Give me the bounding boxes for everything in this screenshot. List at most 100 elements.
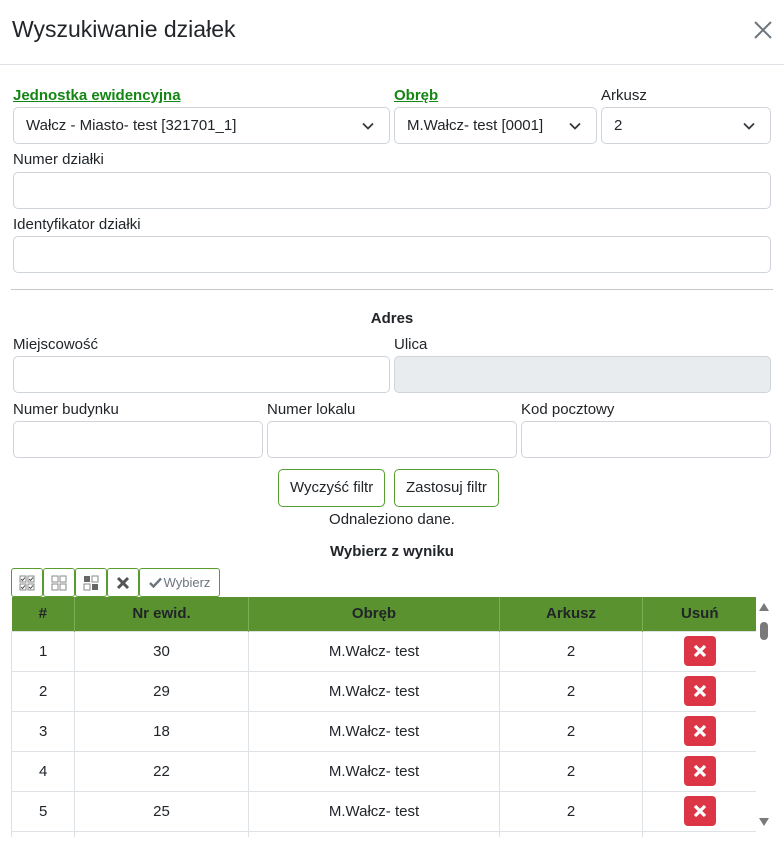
cell-arkusz [499, 830, 643, 837]
wybierz-button[interactable]: Wybierz [139, 568, 220, 597]
jednostka-select[interactable]: Wałcz - Miasto- test [321701_1] [13, 107, 390, 144]
table-row[interactable]: 1 30 M.Wałcz- test 2 [11, 630, 756, 672]
close-icon [754, 21, 772, 39]
ulica-label: Ulica [394, 336, 428, 353]
miejscowosc-input[interactable] [13, 356, 390, 393]
cell-arkusz: 2 [499, 790, 643, 832]
numer-dzialki-input[interactable] [13, 172, 771, 209]
cell-index: 4 [11, 750, 75, 792]
header-nr-ewid[interactable]: Nr ewid. [74, 597, 249, 631]
kod-pocztowy-input[interactable] [521, 421, 771, 458]
divider [11, 289, 773, 290]
chevron-down-icon [569, 122, 581, 130]
results-heading: Wybierz z wyniku [330, 543, 454, 560]
delete-row-button[interactable] [683, 756, 716, 786]
deselect-all-button[interactable] [43, 568, 75, 597]
cell-obreb: M.Wałcz- test [248, 790, 500, 832]
select-all-button[interactable] [11, 568, 43, 597]
jednostka-label[interactable]: Jednostka ewidencyjna [13, 87, 181, 104]
cell-obreb: M.Wałcz- test [248, 710, 500, 752]
obreb-label[interactable]: Obręb [394, 87, 438, 104]
select-all-icon [19, 575, 35, 590]
remove-selected-button[interactable] [107, 568, 139, 597]
x-icon [116, 576, 130, 589]
table-row[interactable]: 5 25 M.Wałcz- test 2 [11, 790, 756, 832]
delete-row-button[interactable] [683, 676, 716, 706]
cell-nr-ewid: 18 [74, 710, 249, 752]
obreb-select-value: M.Wałcz- test [0001] [407, 117, 544, 134]
delete-row-button[interactable] [683, 796, 716, 826]
results-table-container: # Nr ewid. Obręb Arkusz Usuń 1 30 M.Wałc… [11, 597, 756, 837]
cell-nr-ewid: 29 [74, 670, 249, 712]
delete-icon [693, 684, 706, 698]
cell-nr-ewid: 22 [74, 750, 249, 792]
jednostka-select-value: Wałcz - Miasto- test [321701_1] [26, 117, 237, 134]
header-obreb[interactable]: Obręb [248, 597, 500, 631]
delete-icon [693, 724, 706, 738]
cell-delete [642, 710, 756, 752]
invert-selection-icon [83, 575, 99, 590]
cell-arkusz: 2 [499, 750, 643, 792]
cell-delete [642, 630, 756, 672]
cell-obreb: M.Wałcz- test [248, 630, 500, 672]
table-scrollbar[interactable] [756, 600, 772, 832]
cell-arkusz: 2 [499, 670, 643, 712]
identyfikator-label: Identyfikator działki [13, 216, 141, 233]
header-usun: Usuń [642, 597, 756, 631]
clear-filter-button[interactable]: Wyczyść filtr [278, 469, 386, 507]
identyfikator-input[interactable] [13, 236, 771, 273]
scroll-thumb[interactable] [760, 622, 768, 640]
numer-budynku-input[interactable] [13, 421, 263, 458]
table-row[interactable]: 3 18 M.Wałcz- test 2 [11, 710, 756, 752]
cell-delete [642, 790, 756, 832]
modal-title: Wyszukiwanie działek [12, 16, 236, 42]
table-row[interactable]: 2 29 M.Wałcz- test 2 [11, 670, 756, 712]
numer-lokalu-input[interactable] [267, 421, 517, 458]
modal-header: Wyszukiwanie działek [0, 0, 784, 65]
cell-delete [642, 670, 756, 712]
chevron-down-icon [362, 122, 374, 130]
deselect-all-icon [51, 575, 67, 590]
cell-delete [642, 830, 756, 837]
delete-row-button[interactable] [683, 636, 716, 666]
cell-index: 1 [11, 630, 75, 672]
close-button[interactable] [750, 17, 776, 43]
obreb-select[interactable]: M.Wałcz- test [0001] [394, 107, 597, 144]
cell-index [11, 830, 75, 837]
table-row[interactable] [11, 830, 756, 837]
delete-icon [693, 764, 706, 778]
arkusz-label: Arkusz [601, 87, 647, 104]
invert-selection-button[interactable] [75, 568, 107, 597]
check-icon [148, 577, 162, 588]
ulica-input [394, 356, 771, 393]
address-heading: Adres [370, 310, 414, 327]
arkusz-select-value: 2 [614, 117, 623, 134]
cell-index: 2 [11, 670, 75, 712]
scroll-up-icon[interactable] [759, 603, 769, 611]
header-index[interactable]: # [11, 597, 75, 631]
cell-nr-ewid [74, 830, 249, 837]
cell-arkusz: 2 [499, 630, 643, 672]
numer-budynku-label: Numer budynku [13, 401, 119, 418]
header-arkusz[interactable]: Arkusz [499, 597, 643, 631]
kod-pocztowy-label: Kod pocztowy [521, 401, 615, 418]
numer-dzialki-label: Numer działki [13, 151, 104, 168]
table-row[interactable]: 4 22 M.Wałcz- test 2 [11, 750, 756, 792]
delete-row-button[interactable] [683, 716, 716, 746]
arkusz-select[interactable]: 2 [601, 107, 771, 144]
delete-icon [693, 644, 706, 658]
cell-arkusz: 2 [499, 710, 643, 752]
numer-lokalu-label: Numer lokalu [267, 401, 356, 418]
apply-filter-button[interactable]: Zastosuj filtr [394, 469, 499, 507]
cell-obreb [248, 830, 500, 837]
cell-delete [642, 750, 756, 792]
miejscowosc-label: Miejscowość [13, 336, 99, 353]
delete-icon [693, 804, 706, 818]
cell-index: 5 [11, 790, 75, 832]
scroll-down-icon[interactable] [759, 818, 769, 826]
table-header-row: # Nr ewid. Obręb Arkusz Usuń [11, 597, 756, 631]
cell-obreb: M.Wałcz- test [248, 670, 500, 712]
cell-nr-ewid: 25 [74, 790, 249, 832]
cell-obreb: M.Wałcz- test [248, 750, 500, 792]
cell-nr-ewid: 30 [74, 630, 249, 672]
